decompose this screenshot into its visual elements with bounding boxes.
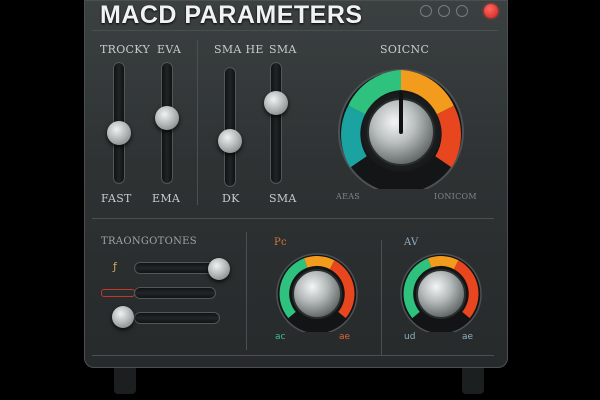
section-divider: [92, 218, 494, 219]
info-icon[interactable]: [420, 5, 432, 17]
knob-b-caption: AV: [404, 237, 419, 248]
main-knob-title: SOICNC: [380, 43, 430, 56]
dk-slider-track[interactable]: [224, 67, 236, 187]
slider-group-label: TROCKY: [100, 43, 151, 56]
hslider-3-track[interactable]: [134, 312, 220, 324]
slider-group-label: EVA: [157, 43, 182, 56]
bottom-divider-1: [246, 232, 247, 350]
marker-icon: [101, 289, 135, 297]
slider-label-sma: SMA: [269, 192, 297, 205]
hslider-3-thumb[interactable]: [112, 306, 134, 328]
link-icon[interactable]: [438, 5, 450, 17]
knob-a-bottom-right: ae: [339, 332, 351, 342]
panel-foot-left: [114, 368, 136, 394]
knob-b-bottom-left: ud: [404, 332, 416, 342]
knob-a[interactable]: [262, 252, 372, 332]
close-icon[interactable]: [484, 4, 498, 18]
slider-group-label: SMA: [269, 43, 297, 56]
fast-ema-slider-thumb[interactable]: [107, 120, 131, 145]
main-knob-right-label: IONICOM: [434, 192, 477, 201]
ema-slider-thumb[interactable]: [155, 106, 179, 131]
trading-tones-label: TRAONGOTONES: [101, 236, 197, 247]
settings-icon[interactable]: [456, 5, 468, 17]
title-divider: [92, 30, 498, 31]
window-controls: [420, 5, 468, 17]
main-knob-left-label: AEAS: [336, 192, 361, 201]
hslider-2-track[interactable]: [134, 287, 216, 299]
slider-label-ema: EMA: [152, 192, 181, 205]
bottom-divider-2: [381, 240, 382, 355]
slider-group-label: SMA HE: [214, 43, 264, 56]
slider-label-dk: DK: [222, 192, 240, 205]
hslider-1-thumb[interactable]: [208, 258, 231, 280]
window-title: MACD PARAMETERS: [100, 1, 363, 29]
knob-a-bottom-left: ac: [275, 332, 286, 342]
knob-b-bottom-right: ae: [462, 332, 474, 342]
column-divider: [197, 40, 198, 205]
signal-icon: ƒ: [113, 260, 117, 273]
main-rotary-knob[interactable]: [326, 64, 476, 189]
panel-foot-right: [462, 368, 484, 394]
sma-slider-track[interactable]: [270, 62, 282, 184]
slider-label-fast: FAST: [101, 192, 132, 205]
footer-divider: [92, 355, 494, 356]
knob-a-caption: Pc: [274, 237, 287, 248]
knob-b[interactable]: [386, 252, 496, 332]
